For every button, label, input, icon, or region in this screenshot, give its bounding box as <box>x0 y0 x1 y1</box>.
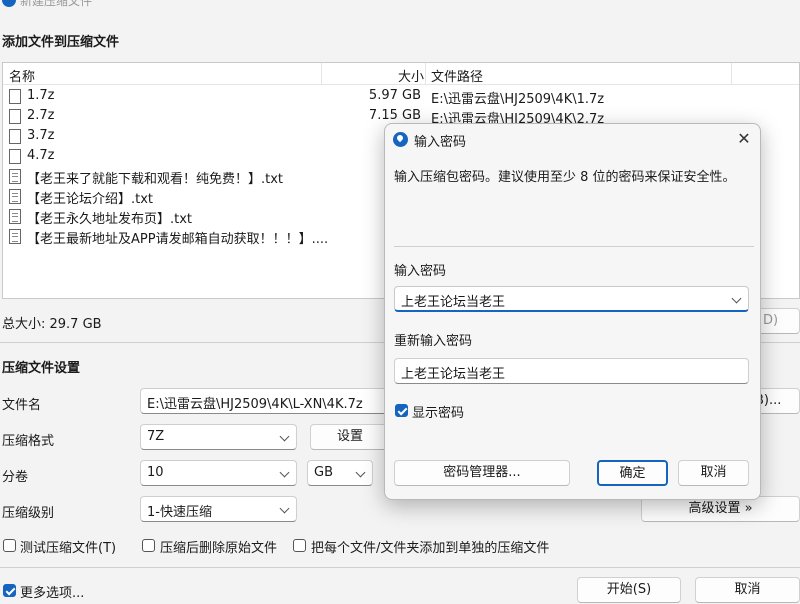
window-title: 新建压缩文件 <box>20 0 93 8</box>
column-header-path[interactable]: 文件路径 <box>431 66 483 85</box>
chevron-down-icon <box>731 293 742 304</box>
cancel-button[interactable]: 取消 <box>695 577 800 603</box>
section-settings-title: 压缩文件设置 <box>2 361 81 376</box>
app-icon <box>2 0 16 7</box>
dialog-title: 输入密码 <box>414 135 467 150</box>
bottom-divider <box>0 567 800 568</box>
format-settings-button[interactable]: 设置 <box>310 424 390 450</box>
column-header-name[interactable]: 名称 <box>9 66 35 85</box>
filename-input[interactable]: E:\迅雷云盘\HJ2509\4K\L-XN\4K.7z <box>140 388 400 414</box>
volume-select[interactable]: 10 <box>140 460 297 486</box>
title-bar: 新建压缩文件 <box>0 0 800 10</box>
column-header-size[interactable]: 大小 <box>398 66 424 85</box>
file-name: 2.7z <box>27 108 55 123</box>
test-archive-label: 测试压缩文件(T) <box>20 541 117 556</box>
show-password-checkbox[interactable] <box>395 404 408 417</box>
file-name: 【老王永久地址发布页】.txt <box>27 212 193 227</box>
chevron-down-icon <box>279 467 290 478</box>
file-icon <box>9 109 21 124</box>
format-select[interactable]: 7Z <box>140 424 297 450</box>
file-name: 【老王论坛介绍】.txt <box>27 192 154 207</box>
file-name: 【老王最新地址及APP请发邮箱自动获取！！！】.... <box>27 232 329 247</box>
volume-unit-select[interactable]: GB <box>307 460 373 486</box>
volume-unit-value: GB <box>314 465 333 480</box>
file-path: E:\迅雷云盘\HJ2509\4K\1.7z <box>431 92 605 107</box>
level-value: 1-快速压缩 <box>147 505 212 520</box>
reenter-password-input[interactable]: 上老王论坛当老王 <box>394 358 749 384</box>
more-options-label: 更多选项... <box>20 586 85 601</box>
more-options-checkbox[interactable] <box>3 584 16 597</box>
show-password-label: 显示密码 <box>412 406 465 421</box>
format-label: 压缩格式 <box>2 434 55 449</box>
chevron-down-icon <box>355 467 366 478</box>
file-icon <box>9 149 21 164</box>
file-list-header: 名称 大小 文件路径 <box>3 63 799 85</box>
ok-button[interactable]: 确定 <box>597 460 668 486</box>
password-manager-button[interactable]: 密码管理器... <box>394 460 570 486</box>
section-add-files-title: 添加文件到压缩文件 <box>2 35 120 50</box>
total-size: 总大小: 29.7 GB <box>2 317 102 332</box>
app-logo-icon <box>393 132 408 147</box>
level-select[interactable]: 1-快速压缩 <box>140 496 297 522</box>
chevron-down-icon <box>279 431 290 442</box>
password-label: 输入密码 <box>394 264 447 279</box>
level-label: 压缩级别 <box>2 506 55 521</box>
dialog-cancel-button[interactable]: 取消 <box>678 460 749 486</box>
format-value: 7Z <box>147 429 165 444</box>
password-combobox[interactable]: 上老王论坛当老王 <box>394 286 749 312</box>
text-file-icon <box>9 189 21 204</box>
text-file-icon <box>9 209 21 224</box>
file-icon <box>9 89 21 104</box>
file-name: 【老王来了就能下载和观看！纯免费！】.txt <box>27 172 284 187</box>
file-size: 7.15 GB <box>368 108 421 123</box>
separate-archives-checkbox[interactable] <box>293 539 306 552</box>
file-name: 4.7z <box>27 148 55 163</box>
volume-value: 10 <box>147 465 164 480</box>
file-size: 5.97 GB <box>368 88 421 103</box>
separate-archives-label: 把每个文件/文件夹添加到单独的压缩文件 <box>311 541 550 556</box>
file-name: 1.7z <box>27 88 55 103</box>
chevron-down-icon <box>279 503 290 514</box>
file-row[interactable]: 1.7z 5.97 GB E:\迅雷云盘\HJ2509\4K\1.7z <box>3 87 799 107</box>
start-button[interactable]: 开始(S) <box>577 577 681 603</box>
volume-label: 分卷 <box>2 470 29 485</box>
dialog-divider <box>394 246 754 247</box>
file-name: 3.7z <box>27 128 55 143</box>
password-value: 上老王论坛当老王 <box>401 295 506 310</box>
file-icon <box>9 129 21 144</box>
filename-label: 文件名 <box>2 398 42 413</box>
close-icon[interactable]: ✕ <box>735 130 753 148</box>
text-file-icon <box>9 169 21 184</box>
delete-after-checkbox[interactable] <box>142 539 155 552</box>
test-archive-checkbox[interactable] <box>3 539 16 552</box>
password-dialog: 输入密码 ✕ 输入压缩包密码。建议使用至少 8 位的密码来保证安全性。 输入密码… <box>384 123 761 500</box>
text-file-icon <box>9 229 21 244</box>
reenter-password-label: 重新输入密码 <box>394 334 473 349</box>
delete-after-label: 压缩后删除原始文件 <box>160 541 278 556</box>
dialog-description: 输入压缩包密码。建议使用至少 8 位的密码来保证安全性。 <box>394 170 736 185</box>
